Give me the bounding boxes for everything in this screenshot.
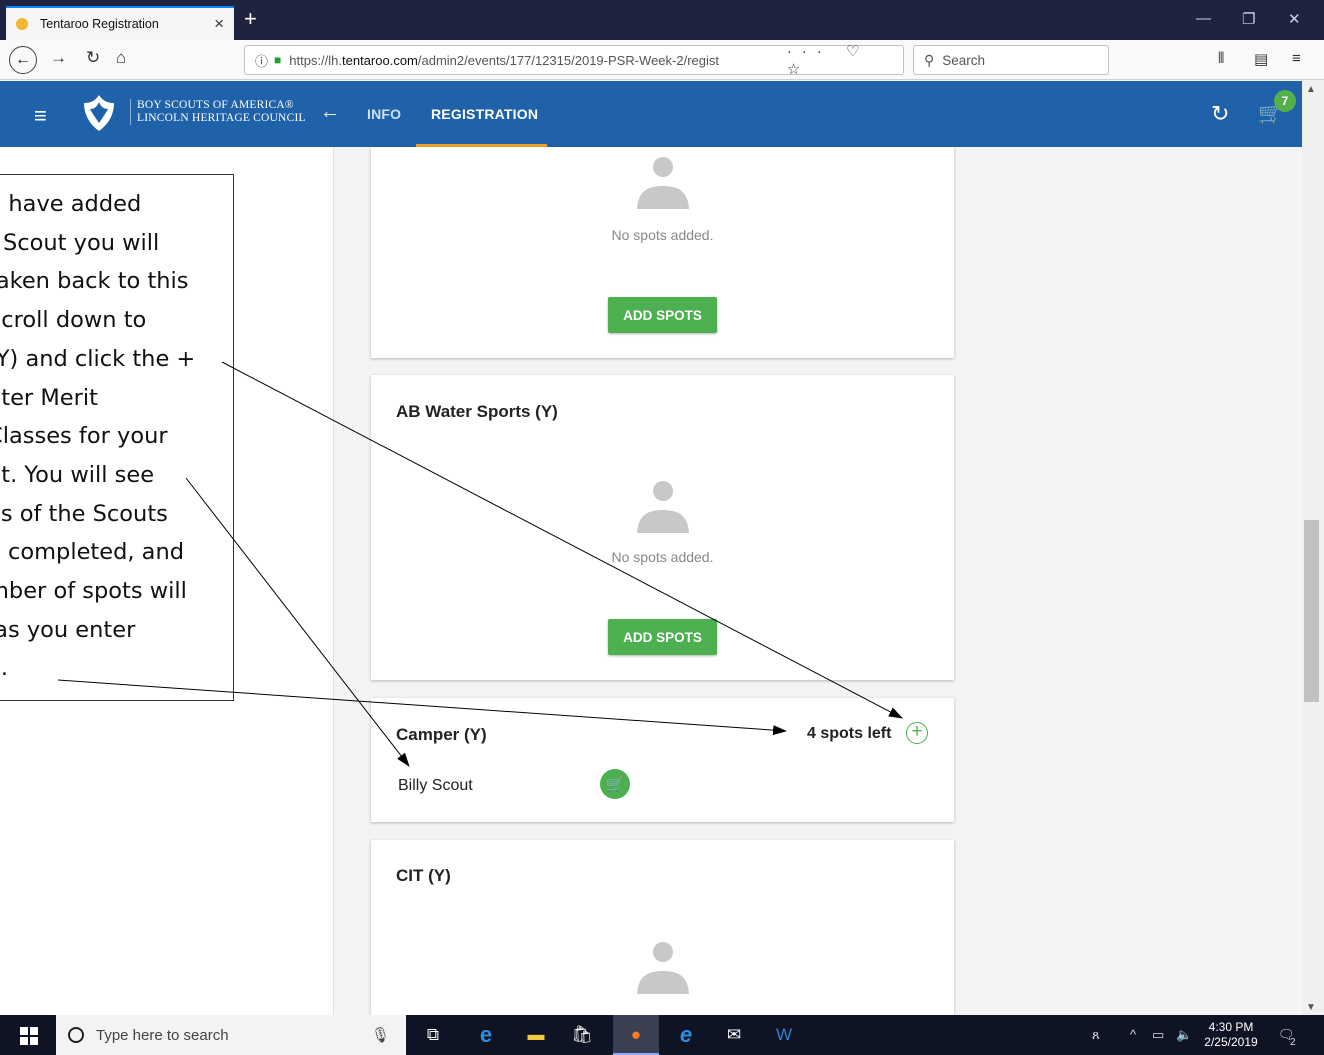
- favicon-icon: [16, 18, 28, 30]
- new-tab-icon[interactable]: +: [244, 8, 257, 30]
- show-hidden-icons-icon[interactable]: ^: [1130, 1027, 1136, 1042]
- close-tab-icon[interactable]: ×: [214, 14, 224, 34]
- reload-icon[interactable]: ↻: [86, 48, 100, 68]
- minimize-icon[interactable]: —: [1196, 10, 1211, 27]
- no-spots-text: No spots added.: [611, 549, 714, 565]
- file-explorer-icon[interactable]: ▬: [524, 1023, 548, 1047]
- scout-cart-icon[interactable]: 🛒: [600, 769, 630, 799]
- browser-tab[interactable]: Tentaroo Registration ×: [6, 6, 234, 40]
- class-card-camper: Camper (Y) 4 spots left + Billy Scout 🛒: [371, 698, 954, 822]
- windows-taskbar: Type here to search 🎙 ⧉ e ▬ 🛍 ● e ✉ W ጸ …: [0, 1015, 1324, 1055]
- taskbar-search-input[interactable]: Type here to search 🎙: [56, 1015, 406, 1055]
- notification-count: 2: [1290, 1037, 1296, 1048]
- network-icon[interactable]: ▭: [1152, 1027, 1164, 1043]
- add-class-plus-icon[interactable]: +: [906, 722, 928, 744]
- home-icon[interactable]: ⌂: [116, 48, 126, 68]
- instruction-callout: u have added t Scout you will taken back…: [0, 174, 234, 701]
- task-view-icon[interactable]: ⧉: [421, 1023, 445, 1047]
- page-actions-icon[interactable]: ··· ♡ ☆: [787, 42, 903, 78]
- restore-icon[interactable]: ❐: [1242, 10, 1255, 28]
- store-icon[interactable]: 🛍: [570, 1023, 594, 1047]
- microphone-icon[interactable]: 🎙: [371, 1026, 390, 1044]
- lock-icon: ■: [274, 53, 282, 67]
- url-bar[interactable]: ⓘ ■ https://lh.tentaroo.com/admin2/event…: [244, 42, 904, 78]
- class-card-ab-water-sports: AB Water Sports (Y) No spots added. ADD …: [371, 375, 954, 680]
- browser-search-input[interactable]: ⚲ Search: [913, 45, 1109, 75]
- tab-title: Tentaroo Registration: [40, 17, 159, 31]
- add-spots-button[interactable]: ADD SPOTS: [608, 297, 717, 333]
- cart-count-badge: 7: [1274, 90, 1296, 112]
- tab-info[interactable]: INFO: [367, 106, 401, 122]
- card-title: AB Water Sports (Y): [396, 402, 558, 421]
- refresh-icon[interactable]: ↻: [1211, 101, 1229, 127]
- internet-explorer-icon[interactable]: e: [674, 1022, 698, 1047]
- scrollbar-thumb[interactable]: [1304, 520, 1319, 702]
- search-icon: ⚲: [924, 51, 935, 68]
- edge-icon[interactable]: e: [474, 1022, 498, 1047]
- word-icon[interactable]: W: [772, 1023, 796, 1047]
- class-card-cit: CIT (Y): [371, 840, 954, 1015]
- browser-tab-bar: Tentaroo Registration × + — ❐ ✕: [0, 0, 1324, 40]
- person-placeholder-icon: [637, 481, 689, 533]
- scroll-down-icon[interactable]: ▼: [1306, 1002, 1316, 1013]
- app-header: ≡ BOY SCOUTS OF AMERICA® LINCOLN HERITAG…: [0, 81, 1302, 147]
- url-text: https://lh.tentaroo.com/admin2/events/17…: [289, 52, 719, 68]
- people-icon[interactable]: ጸ: [1092, 1027, 1100, 1043]
- cortana-icon: [68, 1027, 84, 1043]
- class-card: No spots added. ADD SPOTS: [371, 147, 954, 358]
- card-title: CIT (Y): [396, 866, 451, 885]
- bsa-logo-icon: [84, 95, 114, 131]
- system-clock[interactable]: 4:30 PM 2/25/2019: [1198, 1020, 1264, 1050]
- spots-left-text: 4 spots left: [807, 725, 892, 742]
- tab-registration[interactable]: REGISTRATION: [431, 106, 538, 122]
- volume-icon[interactable]: 🔈: [1176, 1027, 1192, 1043]
- add-spots-button[interactable]: ADD SPOTS: [608, 619, 717, 655]
- menu-icon[interactable]: ≡: [1292, 50, 1301, 67]
- windows-start-icon[interactable]: [20, 1027, 38, 1045]
- close-window-icon[interactable]: ✕: [1288, 10, 1301, 28]
- scout-name: Billy Scout: [398, 777, 473, 794]
- browser-toolbar: ← → ↻ ⌂ ⓘ ■ https://lh.tentaroo.com/admi…: [0, 40, 1324, 80]
- sidebar-icon[interactable]: ▤: [1254, 50, 1268, 68]
- callout-text: u have added t Scout you will taken back…: [0, 191, 196, 682]
- forward-arrow-icon[interactable]: →: [50, 48, 67, 68]
- info-icon[interactable]: ⓘ: [255, 51, 268, 70]
- no-spots-text: No spots added.: [611, 227, 714, 243]
- person-placeholder-icon: [637, 157, 689, 209]
- back-arrow-icon[interactable]: ←: [9, 46, 37, 74]
- scroll-up-icon[interactable]: ▲: [1306, 84, 1316, 95]
- card-title: Camper (Y): [396, 725, 487, 744]
- firefox-icon[interactable]: ●: [624, 1023, 648, 1047]
- library-icon[interactable]: ⫴: [1218, 50, 1224, 67]
- brand-text: BOY SCOUTS OF AMERICA® LINCOLN HERITAGE …: [130, 99, 306, 125]
- person-placeholder-icon: [637, 942, 689, 994]
- mail-icon[interactable]: ✉: [722, 1023, 746, 1047]
- hamburger-menu-icon[interactable]: ≡: [34, 103, 47, 129]
- header-back-icon[interactable]: ←: [320, 101, 340, 124]
